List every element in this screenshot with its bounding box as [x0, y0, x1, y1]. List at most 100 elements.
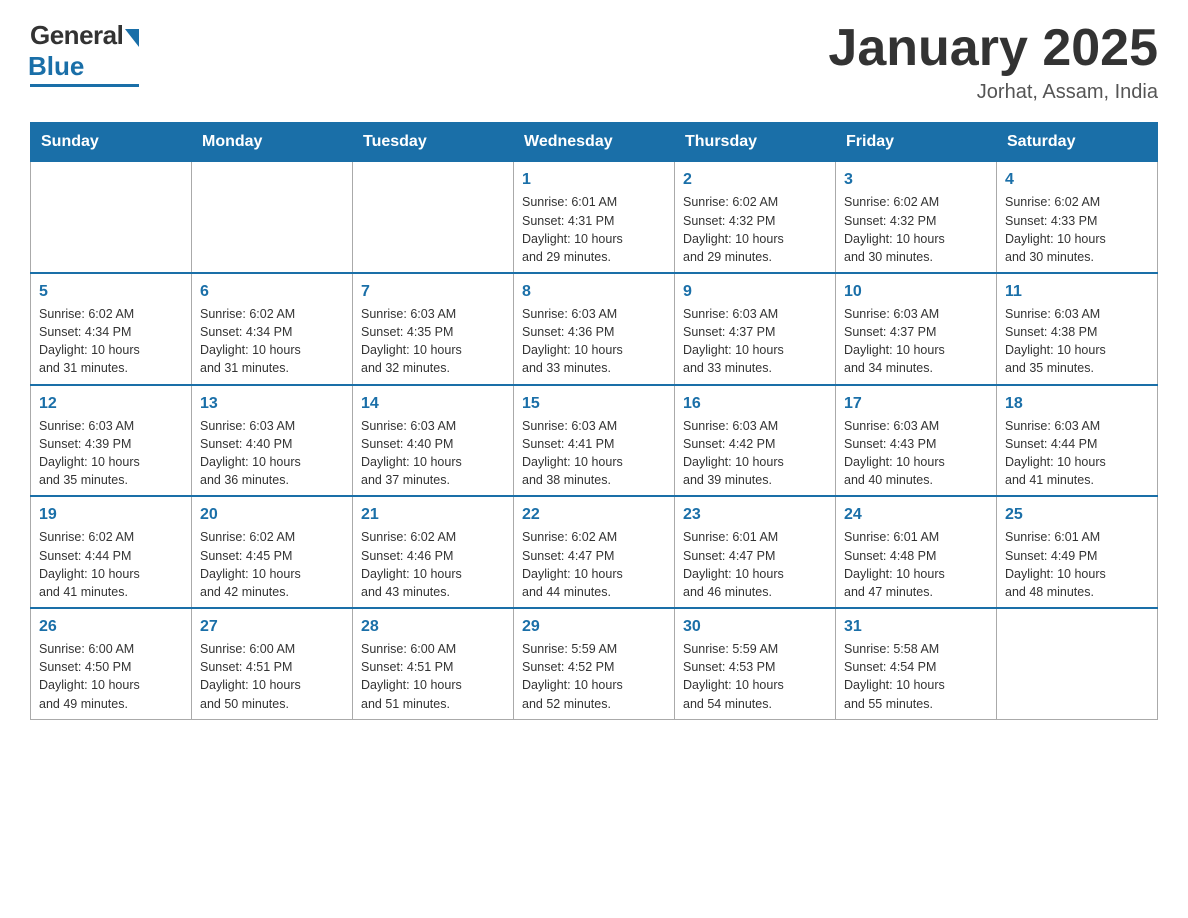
calendar-cell: 19Sunrise: 6:02 AM Sunset: 4:44 PM Dayli…	[31, 496, 192, 608]
day-info: Sunrise: 6:03 AM Sunset: 4:39 PM Dayligh…	[39, 417, 183, 490]
location-subtitle: Jorhat, Assam, India	[828, 81, 1158, 104]
calendar-cell: 10Sunrise: 6:03 AM Sunset: 4:37 PM Dayli…	[836, 273, 997, 385]
calendar-week-row: 5Sunrise: 6:02 AM Sunset: 4:34 PM Daylig…	[31, 273, 1158, 385]
calendar-cell: 25Sunrise: 6:01 AM Sunset: 4:49 PM Dayli…	[997, 496, 1158, 608]
col-header-sunday: Sunday	[31, 123, 192, 162]
calendar-cell: 31Sunrise: 5:58 AM Sunset: 4:54 PM Dayli…	[836, 608, 997, 719]
calendar-cell: 6Sunrise: 6:02 AM Sunset: 4:34 PM Daylig…	[192, 273, 353, 385]
day-number: 6	[200, 280, 344, 303]
calendar-cell: 9Sunrise: 6:03 AM Sunset: 4:37 PM Daylig…	[675, 273, 836, 385]
calendar-cell: 15Sunrise: 6:03 AM Sunset: 4:41 PM Dayli…	[514, 385, 675, 497]
day-info: Sunrise: 6:03 AM Sunset: 4:40 PM Dayligh…	[361, 417, 505, 490]
day-info: Sunrise: 6:02 AM Sunset: 4:32 PM Dayligh…	[844, 193, 988, 266]
day-number: 18	[1005, 392, 1149, 415]
day-info: Sunrise: 6:01 AM Sunset: 4:48 PM Dayligh…	[844, 528, 988, 601]
day-info: Sunrise: 6:02 AM Sunset: 4:46 PM Dayligh…	[361, 528, 505, 601]
calendar-cell: 3Sunrise: 6:02 AM Sunset: 4:32 PM Daylig…	[836, 162, 997, 273]
day-info: Sunrise: 6:02 AM Sunset: 4:34 PM Dayligh…	[39, 305, 183, 378]
calendar-cell: 17Sunrise: 6:03 AM Sunset: 4:43 PM Dayli…	[836, 385, 997, 497]
calendar-cell: 11Sunrise: 6:03 AM Sunset: 4:38 PM Dayli…	[997, 273, 1158, 385]
calendar-cell: 4Sunrise: 6:02 AM Sunset: 4:33 PM Daylig…	[997, 162, 1158, 273]
day-number: 8	[522, 280, 666, 303]
calendar-cell: 2Sunrise: 6:02 AM Sunset: 4:32 PM Daylig…	[675, 162, 836, 273]
day-info: Sunrise: 6:03 AM Sunset: 4:42 PM Dayligh…	[683, 417, 827, 490]
calendar-cell: 30Sunrise: 5:59 AM Sunset: 4:53 PM Dayli…	[675, 608, 836, 719]
day-number: 27	[200, 615, 344, 638]
logo-arrow-icon	[125, 29, 139, 47]
day-info: Sunrise: 6:01 AM Sunset: 4:31 PM Dayligh…	[522, 193, 666, 266]
calendar-week-row: 19Sunrise: 6:02 AM Sunset: 4:44 PM Dayli…	[31, 496, 1158, 608]
day-number: 10	[844, 280, 988, 303]
calendar-week-row: 12Sunrise: 6:03 AM Sunset: 4:39 PM Dayli…	[31, 385, 1158, 497]
calendar-cell: 20Sunrise: 6:02 AM Sunset: 4:45 PM Dayli…	[192, 496, 353, 608]
day-number: 4	[1005, 168, 1149, 191]
day-info: Sunrise: 6:02 AM Sunset: 4:33 PM Dayligh…	[1005, 193, 1149, 266]
calendar-cell: 29Sunrise: 5:59 AM Sunset: 4:52 PM Dayli…	[514, 608, 675, 719]
day-info: Sunrise: 6:03 AM Sunset: 4:36 PM Dayligh…	[522, 305, 666, 378]
calendar-cell: 26Sunrise: 6:00 AM Sunset: 4:50 PM Dayli…	[31, 608, 192, 719]
day-number: 19	[39, 503, 183, 526]
day-number: 2	[683, 168, 827, 191]
calendar-cell: 23Sunrise: 6:01 AM Sunset: 4:47 PM Dayli…	[675, 496, 836, 608]
col-header-monday: Monday	[192, 123, 353, 162]
col-header-tuesday: Tuesday	[353, 123, 514, 162]
calendar-cell: 16Sunrise: 6:03 AM Sunset: 4:42 PM Dayli…	[675, 385, 836, 497]
col-header-saturday: Saturday	[997, 123, 1158, 162]
day-number: 9	[683, 280, 827, 303]
calendar-table: SundayMondayTuesdayWednesdayThursdayFrid…	[30, 122, 1158, 719]
day-info: Sunrise: 6:02 AM Sunset: 4:34 PM Dayligh…	[200, 305, 344, 378]
day-number: 13	[200, 392, 344, 415]
day-number: 14	[361, 392, 505, 415]
day-number: 15	[522, 392, 666, 415]
day-info: Sunrise: 6:03 AM Sunset: 4:44 PM Dayligh…	[1005, 417, 1149, 490]
day-info: Sunrise: 5:59 AM Sunset: 4:53 PM Dayligh…	[683, 640, 827, 713]
day-info: Sunrise: 6:00 AM Sunset: 4:51 PM Dayligh…	[361, 640, 505, 713]
logo-blue-text: Blue	[28, 51, 84, 82]
calendar-cell	[192, 162, 353, 273]
col-header-friday: Friday	[836, 123, 997, 162]
calendar-cell: 1Sunrise: 6:01 AM Sunset: 4:31 PM Daylig…	[514, 162, 675, 273]
day-number: 16	[683, 392, 827, 415]
calendar-header-row: SundayMondayTuesdayWednesdayThursdayFrid…	[31, 123, 1158, 162]
title-block: January 2025 Jorhat, Assam, India	[828, 20, 1158, 104]
month-title: January 2025	[828, 20, 1158, 77]
calendar-cell: 28Sunrise: 6:00 AM Sunset: 4:51 PM Dayli…	[353, 608, 514, 719]
day-info: Sunrise: 6:03 AM Sunset: 4:35 PM Dayligh…	[361, 305, 505, 378]
day-number: 24	[844, 503, 988, 526]
day-info: Sunrise: 5:58 AM Sunset: 4:54 PM Dayligh…	[844, 640, 988, 713]
calendar-cell: 8Sunrise: 6:03 AM Sunset: 4:36 PM Daylig…	[514, 273, 675, 385]
calendar-cell: 5Sunrise: 6:02 AM Sunset: 4:34 PM Daylig…	[31, 273, 192, 385]
col-header-wednesday: Wednesday	[514, 123, 675, 162]
calendar-cell: 27Sunrise: 6:00 AM Sunset: 4:51 PM Dayli…	[192, 608, 353, 719]
day-info: Sunrise: 6:00 AM Sunset: 4:51 PM Dayligh…	[200, 640, 344, 713]
day-number: 3	[844, 168, 988, 191]
day-info: Sunrise: 6:03 AM Sunset: 4:37 PM Dayligh…	[683, 305, 827, 378]
calendar-cell: 12Sunrise: 6:03 AM Sunset: 4:39 PM Dayli…	[31, 385, 192, 497]
day-info: Sunrise: 6:02 AM Sunset: 4:47 PM Dayligh…	[522, 528, 666, 601]
day-number: 23	[683, 503, 827, 526]
day-info: Sunrise: 6:01 AM Sunset: 4:49 PM Dayligh…	[1005, 528, 1149, 601]
day-number: 20	[200, 503, 344, 526]
logo: General Blue	[30, 20, 139, 87]
day-info: Sunrise: 6:02 AM Sunset: 4:32 PM Dayligh…	[683, 193, 827, 266]
day-number: 26	[39, 615, 183, 638]
day-number: 25	[1005, 503, 1149, 526]
logo-underline	[30, 84, 139, 87]
calendar-cell	[997, 608, 1158, 719]
day-number: 7	[361, 280, 505, 303]
day-info: Sunrise: 6:01 AM Sunset: 4:47 PM Dayligh…	[683, 528, 827, 601]
day-number: 21	[361, 503, 505, 526]
calendar-cell: 7Sunrise: 6:03 AM Sunset: 4:35 PM Daylig…	[353, 273, 514, 385]
day-number: 29	[522, 615, 666, 638]
calendar-week-row: 1Sunrise: 6:01 AM Sunset: 4:31 PM Daylig…	[31, 162, 1158, 273]
page-header: General Blue January 2025 Jorhat, Assam,…	[30, 20, 1158, 104]
day-info: Sunrise: 6:03 AM Sunset: 4:40 PM Dayligh…	[200, 417, 344, 490]
day-info: Sunrise: 6:00 AM Sunset: 4:50 PM Dayligh…	[39, 640, 183, 713]
day-number: 1	[522, 168, 666, 191]
calendar-cell: 14Sunrise: 6:03 AM Sunset: 4:40 PM Dayli…	[353, 385, 514, 497]
day-number: 17	[844, 392, 988, 415]
day-number: 12	[39, 392, 183, 415]
day-info: Sunrise: 5:59 AM Sunset: 4:52 PM Dayligh…	[522, 640, 666, 713]
logo-general-text: General	[30, 20, 123, 51]
day-info: Sunrise: 6:02 AM Sunset: 4:44 PM Dayligh…	[39, 528, 183, 601]
